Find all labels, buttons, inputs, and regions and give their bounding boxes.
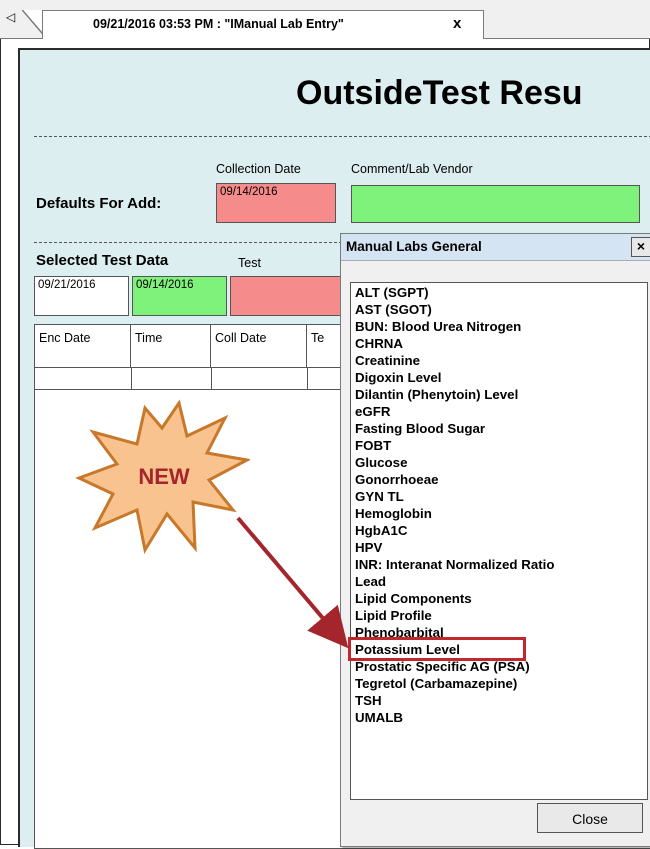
- list-item[interactable]: Lipid Profile: [355, 607, 432, 624]
- tab-title: 09/21/2016 03:53 PM : "IManual Lab Entry…: [93, 17, 344, 31]
- table-cell: [131, 367, 212, 389]
- list-item[interactable]: Tegretol (Carbamazepine): [355, 675, 517, 692]
- list-item[interactable]: UMALB: [355, 709, 403, 726]
- defaults-for-add-label: Defaults For Add:: [36, 195, 162, 212]
- new-starburst-callout: NEW: [75, 399, 250, 555]
- test-label: Test: [238, 256, 261, 270]
- default-collection-date-field[interactable]: 09/14/2016: [216, 183, 336, 223]
- list-item[interactable]: FOBT: [355, 437, 391, 454]
- list-item[interactable]: HPV: [355, 539, 382, 556]
- list-item[interactable]: GYN TL: [355, 488, 404, 505]
- close-button[interactable]: Close: [537, 803, 643, 833]
- labs-listbox[interactable]: ALT (SGPT) AST (SGOT) BUN: Blood Urea Ni…: [350, 282, 648, 800]
- list-item[interactable]: INR: Interanat Normalized Ratio: [355, 556, 554, 573]
- column-enc-date[interactable]: Enc Date: [35, 325, 131, 367]
- list-item[interactable]: Fasting Blood Sugar: [355, 420, 485, 437]
- list-item[interactable]: BUN: Blood Urea Nitrogen: [355, 318, 521, 335]
- list-item[interactable]: Dilantin (Phenytoin) Level: [355, 386, 518, 403]
- list-item[interactable]: HgbA1C: [355, 522, 407, 539]
- selected-enc-date-field[interactable]: 09/21/2016: [34, 276, 129, 316]
- dialog-close-icon[interactable]: ×: [631, 237, 650, 257]
- list-item[interactable]: eGFR: [355, 403, 390, 420]
- list-item[interactable]: Hemoglobin: [355, 505, 432, 522]
- list-item[interactable]: CHRNA: [355, 335, 403, 352]
- list-item[interactable]: Glucose: [355, 454, 407, 471]
- list-item[interactable]: ALT (SGPT): [355, 284, 429, 301]
- comment-lab-vendor-label: Comment/Lab Vendor: [351, 162, 473, 176]
- divider: [34, 136, 650, 137]
- table-cell: [35, 367, 132, 389]
- tab-close-icon[interactable]: x: [453, 15, 461, 32]
- page-title: OutsideTest Resu: [296, 74, 583, 112]
- list-item[interactable]: Creatinine: [355, 352, 420, 369]
- table-cell: [211, 367, 308, 389]
- new-label: NEW: [138, 464, 190, 489]
- tab-manual-lab-entry[interactable]: 09/21/2016 03:53 PM : "IManual Lab Entry…: [42, 10, 484, 39]
- list-item[interactable]: Digoxin Level: [355, 369, 441, 386]
- tab-strip: ◁ 09/21/2016 03:53 PM : "IManual Lab Ent…: [0, 0, 650, 39]
- list-item[interactable]: Gonorrhoeae: [355, 471, 439, 488]
- dialog-title: Manual Labs General: [346, 239, 482, 254]
- list-item[interactable]: AST (SGOT): [355, 301, 432, 318]
- selected-test-field[interactable]: [230, 276, 350, 316]
- selected-coll-date-field[interactable]: 09/14/2016: [132, 276, 227, 316]
- default-comment-field[interactable]: [351, 185, 640, 223]
- dialog-titlebar[interactable]: Manual Labs General ×: [341, 234, 650, 261]
- list-item[interactable]: TSH: [355, 692, 382, 709]
- list-item[interactable]: Lead: [355, 573, 386, 590]
- column-time[interactable]: Time: [131, 325, 211, 367]
- collection-date-label: Collection Date: [216, 162, 301, 176]
- highlight-box-lipid-components: [348, 637, 526, 661]
- selected-test-data-label: Selected Test Data: [36, 252, 169, 269]
- column-coll-date[interactable]: Coll Date: [211, 325, 307, 367]
- manual-labs-general-dialog: Manual Labs General × ALT (SGPT) AST (SG…: [340, 233, 650, 847]
- list-item-lipid-components[interactable]: Lipid Components: [355, 590, 472, 607]
- tab-scroll-left-icon[interactable]: ◁: [6, 10, 15, 24]
